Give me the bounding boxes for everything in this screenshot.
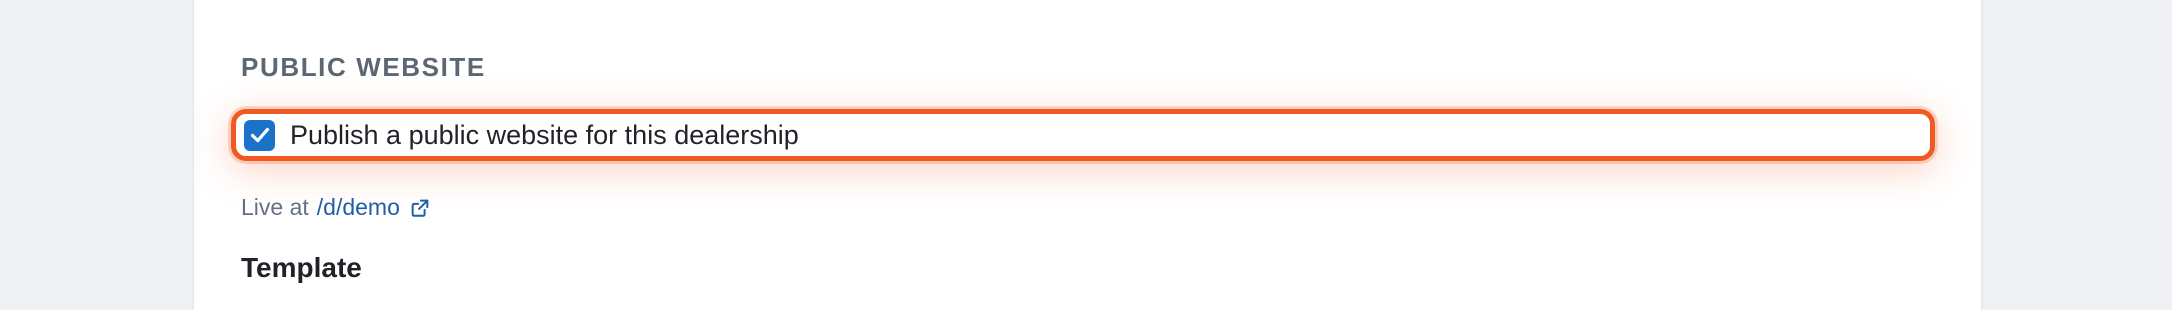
live-site-link-text: /d/demo [316, 194, 400, 220]
publish-checkbox-label: Publish a public website for this dealer… [290, 119, 799, 150]
external-link-icon [411, 199, 429, 217]
publish-checkbox[interactable] [244, 119, 275, 151]
live-prefix: Live at [241, 194, 309, 220]
live-url-row: Live at /d/demo [241, 194, 431, 221]
live-site-link[interactable]: /d/demo [317, 194, 431, 221]
settings-card: PUBLIC WEBSITE Publish a public website … [193, 0, 1982, 310]
template-heading: Template [241, 252, 362, 283]
checkmark-icon [250, 127, 269, 143]
publish-website-toggle[interactable]: Publish a public website for this dealer… [231, 109, 1935, 161]
section-heading-public-website: PUBLIC WEBSITE [241, 52, 486, 82]
